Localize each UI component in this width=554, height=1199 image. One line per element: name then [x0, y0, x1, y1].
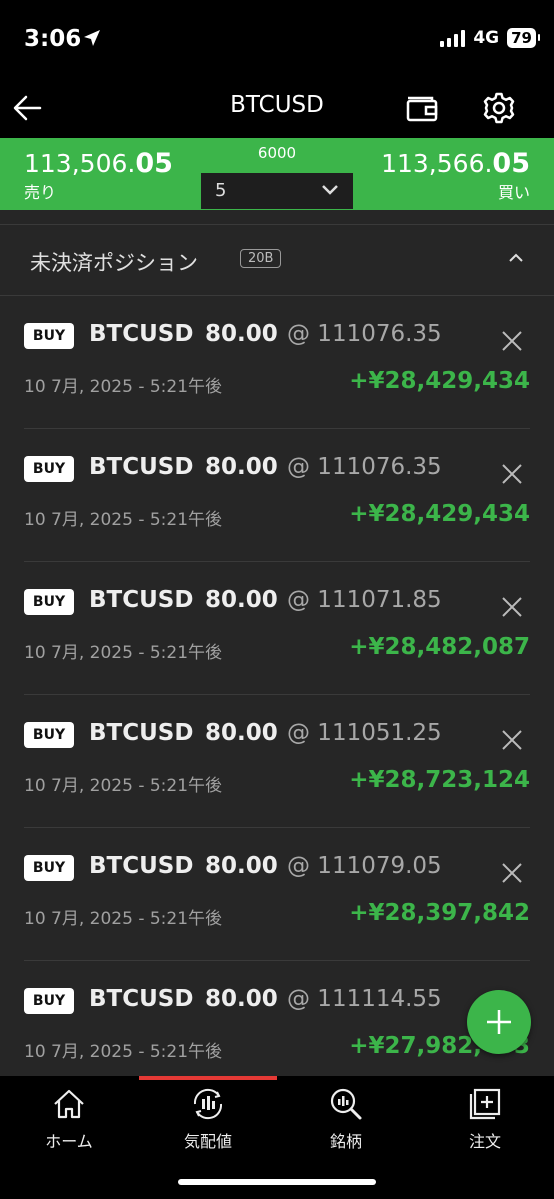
side-badge: BUY	[24, 456, 74, 482]
quote-bar: 113,506.05 売り 6000 113,566.05 買い 5	[0, 138, 554, 210]
position-date: 10 7月, 2025 - 5:21午後	[24, 776, 223, 796]
symbol-search-icon	[330, 1088, 362, 1120]
position-volume: 80.00	[205, 454, 278, 480]
position-symbol: BTCUSD	[89, 853, 194, 879]
position-profit: +¥28,723,124	[349, 767, 530, 793]
active-tab-indicator	[139, 1076, 277, 1080]
position-volume: 80.00	[205, 587, 278, 613]
position-volume: 80.00	[205, 986, 278, 1012]
chevron-up-icon[interactable]	[508, 253, 524, 263]
position-volume: 80.00	[205, 321, 278, 347]
status-indicators: 4G 79	[440, 28, 540, 48]
battery-icon: 79	[507, 28, 540, 48]
close-icon[interactable]	[500, 329, 524, 353]
quotes-icon	[193, 1088, 223, 1120]
position-count-badge: 20B	[240, 249, 282, 268]
section-title: 未決済ポジション	[30, 251, 198, 275]
position-symbol: BTCUSD	[89, 321, 194, 347]
position-date: 10 7月, 2025 - 5:21午後	[24, 510, 223, 530]
position-price: @ 111051.25	[287, 720, 442, 746]
side-badge: BUY	[24, 722, 74, 748]
chevron-down-icon	[322, 185, 338, 195]
lot-size-value: 5	[215, 180, 227, 201]
position-price: @ 111071.85	[287, 587, 442, 613]
tab-label: 銘柄	[329, 1132, 362, 1151]
close-icon[interactable]	[500, 861, 524, 885]
tab-label: ホーム	[45, 1132, 93, 1151]
location-arrow-icon	[84, 30, 100, 46]
position-symbol: BTCUSD	[89, 986, 194, 1012]
position-profit: +¥28,429,434	[349, 368, 530, 394]
close-icon[interactable]	[500, 728, 524, 752]
tab-label: 気配値	[183, 1132, 232, 1151]
signal-icon	[440, 29, 466, 47]
position-row[interactable]: BUY BTCUSD 80.00 @ 111051.25 10 7月, 2025…	[0, 695, 554, 828]
position-row[interactable]: BUY BTCUSD 80.00 @ 111076.35 10 7月, 2025…	[0, 429, 554, 562]
close-icon[interactable]	[500, 462, 524, 486]
position-date: 10 7月, 2025 - 5:21午後	[24, 643, 223, 663]
position-price: @ 111079.05	[287, 853, 442, 879]
wallet-icon[interactable]	[404, 90, 440, 126]
position-row[interactable]: BUY BTCUSD 80.00 @ 111076.35 10 7月, 2025…	[0, 296, 554, 429]
status-time: 3:06	[24, 26, 82, 52]
positions-panel: 未決済ポジション 20B BUY BTCUSD 80.00 @ 111076.3…	[0, 210, 554, 1076]
position-volume: 80.00	[205, 720, 278, 746]
position-price: @ 111076.35	[287, 321, 442, 347]
position-row[interactable]: BUY BTCUSD 80.00 @ 111071.85 10 7月, 2025…	[0, 562, 554, 695]
position-date: 10 7月, 2025 - 5:21午後	[24, 377, 223, 397]
home-indicator	[178, 1179, 376, 1185]
position-symbol: BTCUSD	[89, 720, 194, 746]
plus-icon	[487, 1010, 511, 1034]
side-badge: BUY	[24, 323, 74, 349]
buy-price[interactable]: 113,566.05	[381, 148, 530, 179]
tab-label: 注文	[468, 1132, 501, 1151]
status-bar: 3:06 4G 79	[0, 0, 554, 80]
position-profit: +¥28,397,842	[349, 900, 530, 926]
close-icon[interactable]	[500, 595, 524, 619]
new-order-fab-button[interactable]	[467, 990, 531, 1054]
tab-symbols[interactable]: 銘柄	[277, 1084, 415, 1156]
position-symbol: BTCUSD	[89, 587, 194, 613]
tab-home[interactable]: ホーム	[0, 1084, 138, 1156]
position-date: 10 7月, 2025 - 5:21午後	[24, 909, 223, 929]
sell-label[interactable]: 売り	[24, 179, 56, 203]
tab-quotes[interactable]: 気配値	[139, 1084, 277, 1156]
open-positions-header[interactable]: 未決済ポジション 20B	[0, 224, 554, 296]
position-price: @ 111114.55	[287, 986, 442, 1012]
network-type: 4G	[473, 28, 500, 48]
buy-label[interactable]: 買い	[498, 179, 530, 203]
position-profit: +¥28,429,434	[349, 501, 530, 527]
page-title: BTCUSD	[230, 92, 324, 118]
position-price: @ 111076.35	[287, 454, 442, 480]
home-icon	[54, 1089, 84, 1119]
position-volume: 80.00	[205, 853, 278, 879]
side-badge: BUY	[24, 589, 74, 615]
app-header: BTCUSD	[0, 80, 554, 138]
position-symbol: BTCUSD	[89, 454, 194, 480]
side-badge: BUY	[24, 988, 74, 1014]
order-icon	[469, 1088, 501, 1120]
position-date: 10 7月, 2025 - 5:21午後	[24, 1042, 223, 1062]
side-badge: BUY	[24, 855, 74, 881]
lot-size-dropdown[interactable]: 5	[201, 173, 353, 209]
gear-icon[interactable]	[481, 90, 517, 126]
position-profit: +¥28,482,087	[349, 634, 530, 660]
position-row[interactable]: BUY BTCUSD 80.00 @ 111079.05 10 7月, 2025…	[0, 828, 554, 961]
tab-order[interactable]: 注文	[416, 1084, 554, 1156]
